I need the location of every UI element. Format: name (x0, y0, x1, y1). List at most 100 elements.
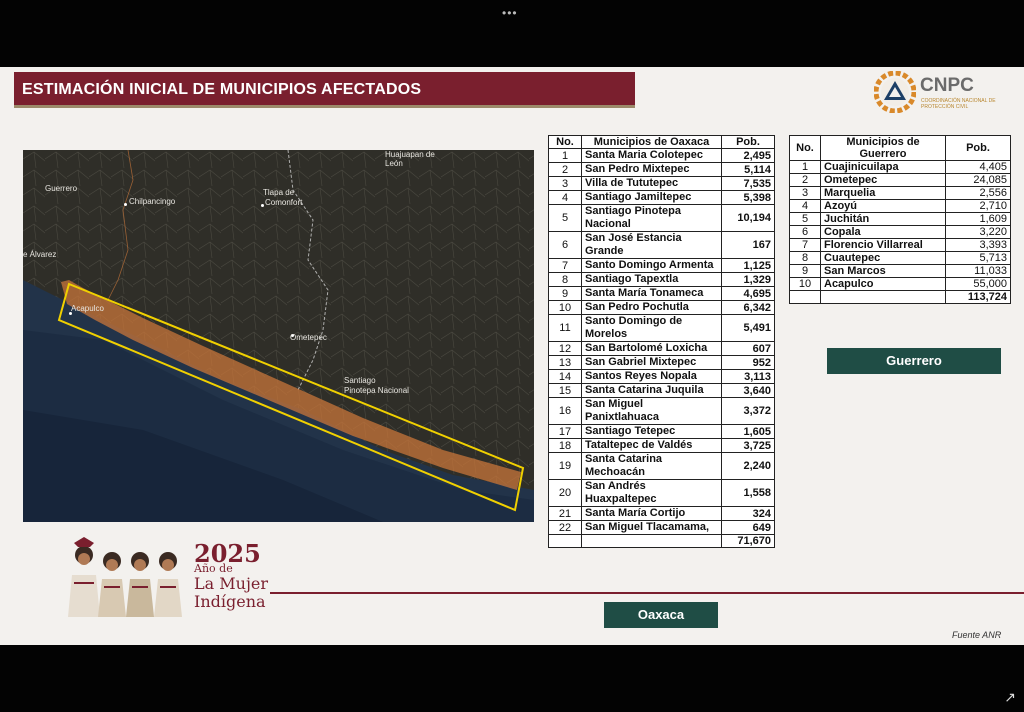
table-row: 4 Azoyú 2,710 (789, 199, 1011, 213)
guerrero-table: No. Municipios de Guerrero Pob. 1 Cuajini… (789, 135, 1011, 304)
table-row: 9 San Marcos 11,033 (789, 264, 1011, 278)
indigenous-women-illustration (68, 537, 182, 617)
anio-year: 2025 (194, 539, 261, 568)
municipio-name: Santa Maria Colotepec (581, 148, 722, 163)
total-population: 71,670 (721, 534, 775, 548)
map-label-huajuapan-1: Huajuapan de (385, 150, 435, 159)
guerrero-table-body: 1 Cuajinicuilapa 4,405 2 Ometepec 24,085 3 Marq… (789, 160, 1011, 304)
row-number: 2 (548, 162, 582, 177)
municipio-name: Santa Catarina Mechoacán (581, 452, 722, 480)
slide-title: ESTIMACIÓN INICIAL DE MUNICIPIOS AFECTAD… (22, 81, 422, 98)
municipio-name: Florencio Villarreal (820, 238, 946, 252)
row-number: 4 (548, 190, 582, 205)
row-number: 15 (548, 383, 582, 398)
population: 3,640 (721, 383, 775, 398)
municipio-name: San Gabriel Mixtepec (581, 355, 722, 370)
population: 2,556 (945, 186, 1011, 200)
table-row: 8 Santiago Tapextla 1,329 (548, 272, 775, 287)
presentation-slide: ESTIMACIÓN INICIAL DE MUNICIPIOS AFECTAD… (0, 67, 1024, 645)
row-number: 8 (789, 251, 821, 265)
table-row: 14 Santos Reyes Nopala 3,113 (548, 369, 775, 384)
row-number: 14 (548, 369, 582, 384)
anio-text-block: 2025 Año de La Mujer Indígena (194, 539, 268, 611)
population: 1,605 (721, 424, 775, 439)
row-number: 6 (789, 225, 821, 239)
table-row: 11 Santo Domingo de Morelos 5,491 (548, 314, 775, 342)
table-row: 20 San Andrés Huaxpaltepec 1,558 (548, 479, 775, 507)
municipio-name: San Miguel Panixtlahuaca (581, 397, 722, 425)
table-row: 8 Cuautepec 5,713 (789, 251, 1011, 265)
row-number: 4 (789, 199, 821, 213)
table-row: 19 Santa Catarina Mechoacán 2,240 (548, 452, 775, 480)
row-number: 9 (789, 264, 821, 278)
row-number: 7 (548, 258, 582, 273)
map-label-guerrero: Guerrero (45, 184, 78, 193)
total-blank (789, 290, 821, 304)
row-number: 20 (548, 479, 582, 507)
row-number: 11 (548, 314, 582, 342)
population: 6,342 (721, 300, 775, 315)
source-note: Fuente ANR (952, 630, 1002, 640)
municipio-name: Cuautepec (820, 251, 946, 265)
anio-mujer-indigena-logo: 2025 Año de La Mujer Indígena (64, 535, 284, 617)
population: 5,713 (945, 251, 1011, 265)
map-label-alvarez: e Álvarez (23, 250, 57, 259)
row-number: 2 (789, 173, 821, 187)
municipio-name: San Miguel Tlacamama, (581, 520, 722, 535)
row-number: 10 (548, 300, 582, 315)
municipio-name: San José Estancia Grande (581, 231, 722, 259)
oaxaca-table-body: 1 Santa Maria Colotepec 2,495 2 San Pedro Mi… (548, 148, 775, 548)
map-label-ometepec: Ometepec (290, 333, 327, 342)
table-row: 15 Santa Catarina Juquila 3,640 (548, 383, 775, 398)
municipio-name: Villa de Tututepec (581, 176, 722, 191)
table-row: 16 San Miguel Panixtlahuaca 3,372 (548, 397, 775, 425)
population: 11,033 (945, 264, 1011, 278)
map-label-chilpancingo: Chilpancingo (129, 197, 176, 206)
row-number: 8 (548, 272, 582, 287)
table-row: 18 Tataltepec de Valdés 3,725 (548, 438, 775, 453)
satellite-map: Guerrero Chilpancingo e Álvarez Acapulco… (23, 150, 534, 522)
municipio-name: Ometepec (820, 173, 946, 187)
population: 2,240 (721, 452, 775, 480)
guerrero-header-row: No. Municipios de Guerrero Pob. (789, 135, 1011, 161)
map-label-pinotepa-2: Pinotepa Nacional (344, 386, 409, 395)
table-row: 6 San José Estancia Grande 167 (548, 231, 775, 259)
population: 1,125 (721, 258, 775, 273)
oaxaca-col-pob: Pob. (721, 135, 775, 149)
table-row: 7 Florencio Villarreal 3,393 (789, 238, 1011, 252)
table-row: 21 Santa María Cortijo 324 (548, 506, 775, 521)
municipio-name: Acapulco (820, 277, 946, 291)
municipio-name: San Pedro Pochutla (581, 300, 722, 315)
municipio-name: San Pedro Mixtepec (581, 162, 722, 177)
guerrero-col-pob: Pob. (945, 135, 1011, 161)
cnpc-emblem-icon (874, 71, 916, 113)
more-options-icon[interactable]: ••• (502, 6, 518, 20)
row-number: 1 (548, 148, 582, 163)
row-number: 5 (548, 204, 582, 232)
guerrero-label: Guerrero (827, 348, 1001, 374)
row-number: 19 (548, 452, 582, 480)
divider-line (270, 592, 1024, 594)
row-number: 13 (548, 355, 582, 370)
row-number: 16 (548, 397, 582, 425)
row-number: 5 (789, 212, 821, 226)
population: 24,085 (945, 173, 1011, 187)
municipio-name: Santiago Pinotepa Nacional (581, 204, 722, 232)
row-number: 17 (548, 424, 582, 439)
municipio-name: Juchitán (820, 212, 946, 226)
row-number: 10 (789, 277, 821, 291)
municipio-name: Cuajinicuilapa (820, 160, 946, 174)
population: 2,710 (945, 199, 1011, 213)
row-number: 21 (548, 506, 582, 521)
population: 5,114 (721, 162, 775, 177)
population: 1,558 (721, 479, 775, 507)
population: 5,398 (721, 190, 775, 205)
population: 2,495 (721, 148, 775, 163)
municipio-name: San Marcos (820, 264, 946, 278)
municipio-name: San Bartolomé Loxicha (581, 341, 722, 356)
map-point-tlapa (261, 204, 264, 207)
population: 5,491 (721, 314, 775, 342)
total-population: 113,724 (945, 290, 1011, 304)
table-row: 7 Santo Domingo Armenta 1,125 (548, 258, 775, 273)
total-blank (581, 534, 722, 548)
